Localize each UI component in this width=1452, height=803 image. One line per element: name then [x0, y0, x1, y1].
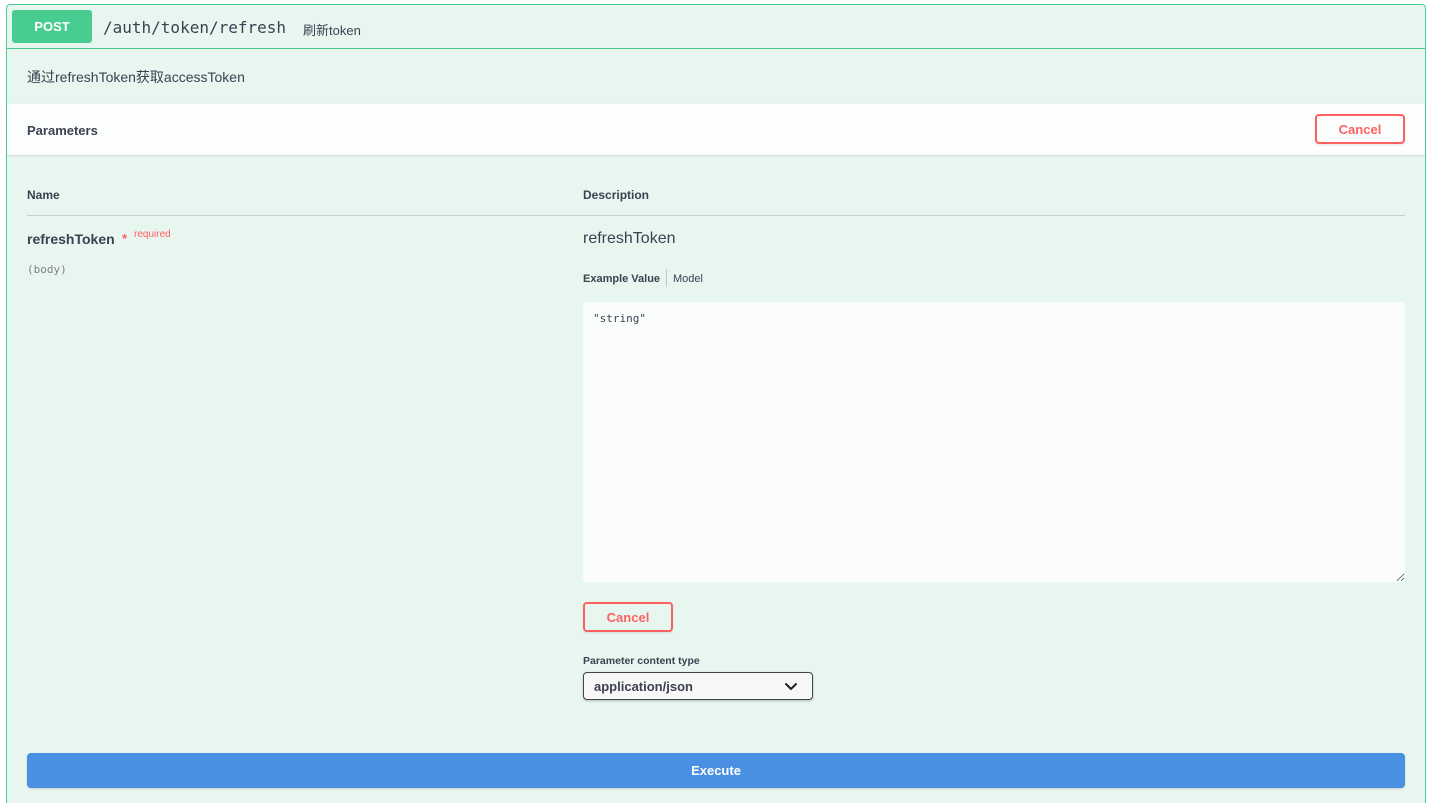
method-badge: POST	[12, 10, 92, 43]
tab-example-value[interactable]: Example Value	[583, 273, 660, 285]
required-label: required	[134, 229, 171, 240]
execute-button[interactable]: Execute	[27, 753, 1405, 788]
parameter-description: refreshToken	[583, 230, 676, 247]
operation-path: /auth/token/refresh	[103, 18, 287, 37]
request-body-editor[interactable]: "string"	[583, 302, 1405, 582]
header-divider	[27, 215, 1405, 216]
parameter-name: refreshToken	[27, 231, 115, 247]
operation-block: POST /auth/token/refresh 刷新token 通过refre…	[6, 4, 1426, 803]
operation-description: 通过refreshToken获取accessToken	[27, 69, 245, 85]
parameters-header: Parameters Cancel	[7, 104, 1425, 155]
required-star: *	[122, 231, 128, 246]
column-header-description: Description	[583, 188, 650, 202]
content-type-value: application/json	[594, 679, 693, 694]
operation-summary[interactable]: POST /auth/token/refresh 刷新token	[7, 5, 1425, 49]
parameters-title: Parameters	[27, 123, 98, 138]
operation-summary-text: 刷新token	[303, 23, 361, 38]
content-type-label: Parameter content type	[583, 655, 700, 667]
try-out-cancel-button[interactable]: Cancel	[1315, 114, 1405, 144]
tab-divider	[666, 269, 667, 287]
parameter-location: (body)	[27, 263, 67, 276]
chevron-down-icon	[785, 683, 797, 690]
body-cancel-button[interactable]: Cancel	[583, 602, 673, 632]
content-type-select[interactable]: application/json	[583, 672, 813, 700]
tab-model[interactable]: Model	[673, 273, 703, 285]
column-header-name: Name	[27, 188, 60, 202]
